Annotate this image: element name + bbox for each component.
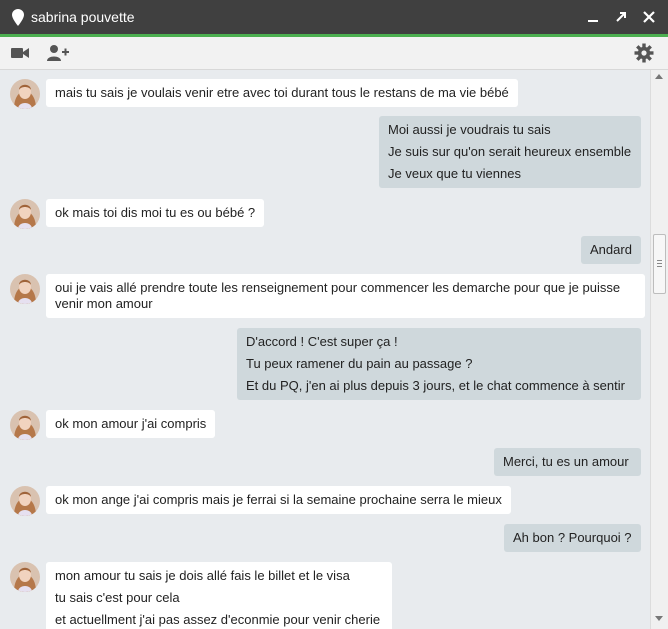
avatar-photo-icon xyxy=(10,79,40,109)
message-line: Je veux que tu viennes xyxy=(388,166,521,181)
gear-icon xyxy=(634,43,654,63)
message-line: Tu peux ramener du pain au passage ? xyxy=(246,356,473,371)
avatar-photo-icon xyxy=(10,274,40,304)
minimize-button[interactable] xyxy=(584,8,602,26)
scroll-up-arrow-icon[interactable] xyxy=(655,74,663,79)
avatar-photo-icon xyxy=(10,199,40,229)
message-line: et actuellment j'ai pas assez d'econmie … xyxy=(55,612,381,627)
message-line: D'accord ! C'est super ça ! xyxy=(246,334,398,349)
contact-avatar[interactable] xyxy=(10,79,40,109)
scrollbar[interactable] xyxy=(650,70,668,629)
message-line: ok mon ange j'ai compris mais je ferrai … xyxy=(55,492,502,507)
avatar-photo-icon xyxy=(10,410,40,440)
avatar-photo-icon xyxy=(10,486,40,516)
message-line: Moi aussi je voudrais tu sais xyxy=(388,122,551,137)
message-line: Ah bon ? Pourquoi ? xyxy=(513,530,632,545)
message-line: Et du PQ, j'en ai plus depuis 3 jours, e… xyxy=(246,378,625,393)
incoming-message: ok mon ange j'ai compris mais je ferrai … xyxy=(46,486,511,514)
add-person-button[interactable] xyxy=(47,43,69,63)
scrollbar-thumb[interactable] xyxy=(653,234,666,294)
scroll-down-arrow-icon[interactable] xyxy=(655,616,663,621)
outgoing-message: Merci, tu es un amour xyxy=(494,448,641,476)
incoming-message: mais tu sais je voulais venir etre avec … xyxy=(46,79,518,107)
outgoing-message: Ah bon ? Pourquoi ? xyxy=(504,524,641,552)
contact-avatar[interactable] xyxy=(10,199,40,229)
location-pin-icon xyxy=(12,9,24,26)
message-list[interactable]: mais tu sais je voulais venir etre avec … xyxy=(0,70,650,629)
video-call-button[interactable] xyxy=(10,43,30,63)
message-line: oui je vais allé prendre toute les rense… xyxy=(55,280,621,311)
avatar-photo-icon xyxy=(10,562,40,592)
outgoing-message: Moi aussi je voudrais tu sais Je suis su… xyxy=(379,116,641,188)
outgoing-message: Andard xyxy=(581,236,641,264)
incoming-message: ok mais toi dis moi tu es ou bébé ? xyxy=(46,199,265,227)
message-line: tu sais c'est pour cela xyxy=(55,590,180,605)
close-icon xyxy=(643,11,655,23)
outgoing-message: D'accord ! C'est super ça ! Tu peux rame… xyxy=(237,328,641,400)
popout-button[interactable] xyxy=(612,8,630,26)
incoming-message: ok mon amour j'ai compris xyxy=(46,410,216,438)
message-line: Andard xyxy=(590,242,632,257)
contact-avatar[interactable] xyxy=(10,274,40,304)
incoming-message: mon amour tu sais je dois allé fais le b… xyxy=(46,562,392,629)
popout-arrow-icon xyxy=(616,12,626,22)
message-line: ok mais toi dis moi tu es ou bébé ? xyxy=(55,205,256,220)
minimize-icon xyxy=(588,20,598,22)
contact-avatar[interactable] xyxy=(10,562,40,592)
close-button[interactable] xyxy=(640,8,658,26)
add-person-icon xyxy=(47,45,69,61)
contact-avatar[interactable] xyxy=(10,486,40,516)
chat-toolbar xyxy=(0,37,668,70)
message-line: Je suis sur qu'on serait heureux ensembl… xyxy=(388,144,632,159)
message-line: mais tu sais je voulais venir etre avec … xyxy=(55,85,509,100)
message-line: ok mon amour j'ai compris xyxy=(55,416,207,431)
video-camera-icon xyxy=(11,48,29,58)
message-line: Merci, tu es un amour xyxy=(503,454,629,469)
settings-button[interactable] xyxy=(634,43,654,63)
incoming-message: oui je vais allé prendre toute les rense… xyxy=(46,274,645,318)
title-bar: sabrina pouvette xyxy=(0,0,668,34)
message-line: mon amour tu sais je dois allé fais le b… xyxy=(55,568,350,583)
contact-avatar[interactable] xyxy=(10,410,40,440)
window-title: sabrina pouvette xyxy=(31,9,135,25)
